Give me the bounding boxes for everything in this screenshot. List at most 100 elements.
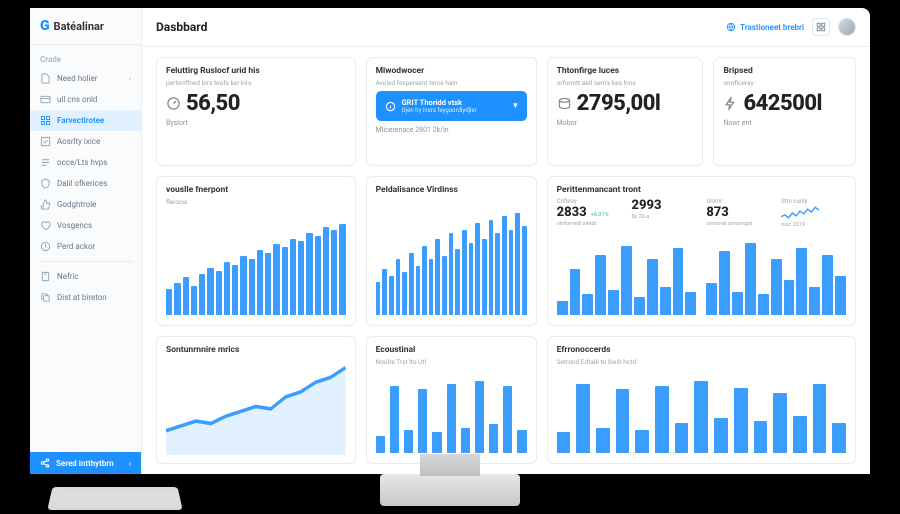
notice-banner[interactable]: GRIT Thoridd vtsk Gjen lry insrs feygoor… <box>376 91 527 121</box>
stats-card: Perittenmancant tront Cntleoy 2833 +6.01… <box>547 176 856 326</box>
bar <box>621 246 632 315</box>
bar <box>576 384 590 453</box>
bar <box>503 386 512 453</box>
check-icon <box>40 136 51 147</box>
bar <box>442 256 447 315</box>
sidebar-item[interactable]: occe/Lts hvps <box>30 152 141 173</box>
bar <box>390 386 399 453</box>
bar <box>595 255 606 315</box>
card-title: Ecoustinal <box>376 345 527 355</box>
brand-name: Batéalinar <box>54 20 104 33</box>
card-footer: Nowr ent <box>723 119 846 127</box>
calc-icon <box>40 271 51 282</box>
card-title: Thtonfirge luces <box>557 66 694 76</box>
topbar: Dasbbard Trastioneet brebri <box>142 8 870 47</box>
sidebar-item[interactable]: Aosrlty ixice <box>30 131 141 152</box>
topbar-actions: Trastioneet brebri <box>726 18 856 36</box>
stat-value: 2833 <box>557 205 587 220</box>
area-chart <box>166 358 346 455</box>
card-subtitle: pertonffned birs teofs ker kirs <box>166 79 346 87</box>
sidebar-item[interactable]: ull cns onld <box>30 89 141 110</box>
metric-card-4: Bripsed onoficeray 642500l Nowr ent <box>713 57 856 166</box>
bar <box>418 389 427 453</box>
sidebar-item[interactable]: Dalil ofkerices <box>30 173 141 194</box>
bar <box>835 276 846 315</box>
nav-separator <box>38 261 133 262</box>
sidebar-item-label: Nefric <box>57 272 79 281</box>
bar <box>489 220 494 315</box>
gauge-icon <box>166 96 181 111</box>
chart-ylabel: fleronsı <box>166 198 346 206</box>
user-avatar[interactable] <box>838 18 856 36</box>
card-footer: Mlicerenace 2801 2k/in <box>376 126 527 134</box>
bar <box>809 287 820 315</box>
bar <box>596 428 610 453</box>
sidebar-item[interactable]: Farvectirotee <box>30 110 141 131</box>
bar <box>796 248 807 315</box>
chart-card-6: Efrronoccerds Setrond Edtalé to Swih hct… <box>547 336 856 464</box>
sidebar-cta[interactable]: Sered intthytbrn › <box>30 452 141 474</box>
sidebar-item[interactable]: Perd ackor <box>30 236 141 257</box>
card-title: Efrronoccerds <box>557 345 846 355</box>
bar <box>339 224 345 315</box>
bar <box>422 246 427 315</box>
stat-label: Cntleoy <box>557 198 622 205</box>
bar <box>216 271 222 315</box>
card-subtitle: Setrond Edtalé to Swih hctd <box>557 358 846 366</box>
bar <box>685 292 696 315</box>
bar <box>389 276 394 315</box>
card-footer: Mobor <box>557 119 694 127</box>
card-title: Sontunrnnire mrics <box>166 345 346 355</box>
bar <box>570 269 581 315</box>
bar <box>396 259 401 315</box>
sidebar-item[interactable]: Vosgencs <box>30 215 141 236</box>
bar-chart <box>557 370 846 455</box>
card-title: Perittenmancant tront <box>557 185 846 195</box>
bar <box>432 432 441 453</box>
app-root: G Batéalinar Crade Need holier‹ull cns o… <box>30 8 870 474</box>
stat-row: Cntleoy 2833 +6.01% oinfornedl sitest 29… <box>557 198 846 228</box>
stat-block: Stm cunly insc 2019 <box>781 198 846 228</box>
coin-icon <box>557 96 572 111</box>
sidebar-item-label: Dalil ofkerices <box>57 179 107 188</box>
bar <box>376 282 381 315</box>
copy-icon <box>40 292 51 303</box>
bar <box>675 423 689 453</box>
notice-text: GRIT Thoridd vtsk Gjen lry insrs feygoor… <box>402 98 508 114</box>
brand-logo[interactable]: G Batéalinar <box>30 8 141 45</box>
bar-chart <box>557 232 697 317</box>
chevron-right-icon: › <box>129 459 131 468</box>
bar <box>240 256 246 315</box>
bar <box>409 253 414 315</box>
bar <box>404 430 413 453</box>
card-icon <box>40 94 51 105</box>
bar <box>706 283 717 315</box>
sparkline <box>781 205 819 221</box>
sidebar-item[interactable]: Nefric <box>30 266 141 287</box>
stat-block: Cntleoy 2833 +6.01% oinfornedl sitest <box>557 198 622 228</box>
bar <box>745 243 756 315</box>
topbar-link[interactable]: Trastioneet brebri <box>726 22 804 32</box>
metric-card-1: Feluttirg Ruslocf urid his pertonffned b… <box>156 57 356 166</box>
card-subtitle: onoficeray <box>723 79 846 87</box>
sidebar-item-label: Perd ackor <box>57 242 95 251</box>
sidebar-item[interactable]: Dist at bireton <box>30 287 141 308</box>
bar <box>429 259 434 315</box>
doc-icon <box>40 73 51 84</box>
stat-sub: insc 2019 <box>781 222 846 228</box>
bar <box>655 386 669 453</box>
chart-card-1: vouslle fnerpont fleronsı <box>156 176 356 326</box>
bar-chart <box>376 198 527 317</box>
bar <box>482 239 487 315</box>
bar <box>660 287 671 315</box>
bar <box>495 233 500 315</box>
bar-chart <box>706 232 846 317</box>
bar <box>461 428 470 453</box>
card-title: vouslle fnerpont <box>166 185 346 195</box>
sidebar-item[interactable]: Godghtrole <box>30 194 141 215</box>
info-icon <box>385 101 396 112</box>
stat-block: Unimr 873 onmoral smunngst <box>706 198 771 228</box>
grid-button[interactable] <box>812 18 830 36</box>
sidebar-item[interactable]: Need holier‹ <box>30 68 141 89</box>
bar <box>447 384 456 453</box>
